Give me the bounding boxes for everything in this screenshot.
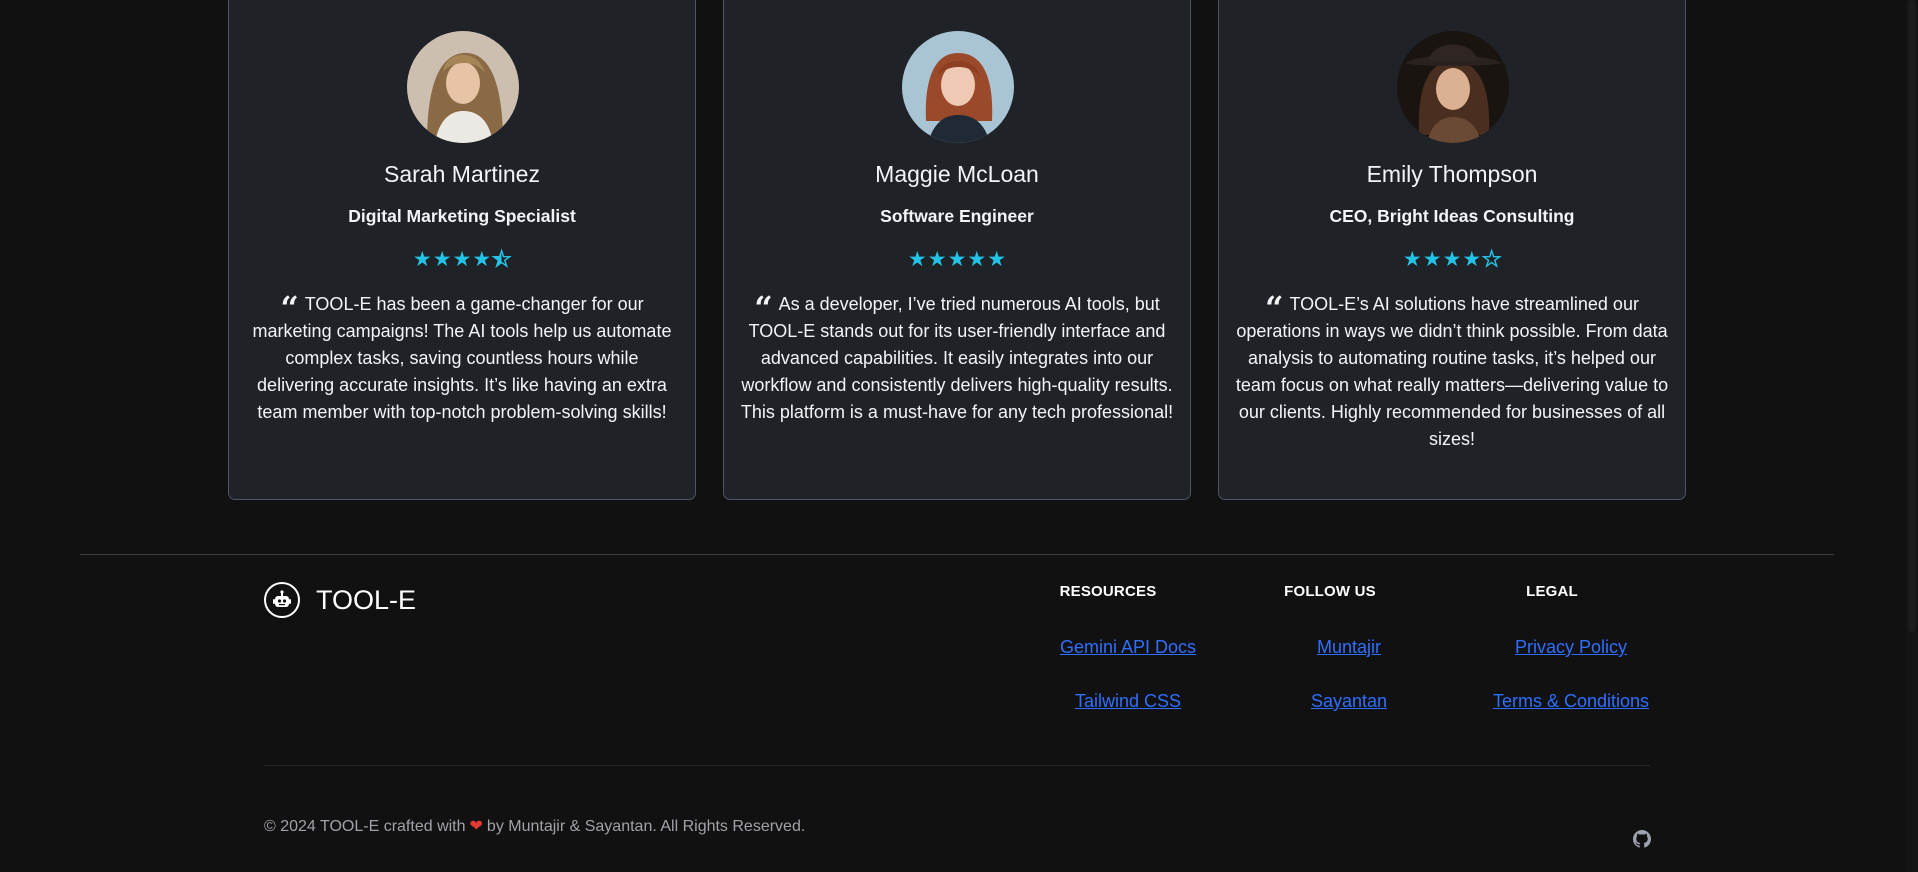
footer-brand[interactable]: TOOL-E	[264, 582, 416, 618]
footer-column-legal: LEGAL Privacy Policy Terms & Conditions	[1452, 583, 1652, 712]
testimonial-quote-text: TOOL-E has been a game-changer for our m…	[252, 294, 672, 422]
testimonial-card: Sarah Martinez Digital Marketing Special…	[228, 0, 696, 500]
scrollbar[interactable]	[1906, 0, 1918, 872]
link-terms-conditions[interactable]: Terms & Conditions	[1452, 690, 1652, 712]
copyright-text-start: © 2024 TOOL-E crafted with	[264, 818, 466, 835]
star-full-icon: ★	[927, 248, 947, 271]
link-sayantan[interactable]: Sayantan	[1230, 690, 1430, 712]
link-gemini-api-docs[interactable]: Gemini API Docs	[1008, 636, 1208, 658]
star-half-icon: ★	[492, 248, 512, 271]
star-full-icon: ★	[987, 248, 1007, 271]
heart-icon: ❤	[469, 818, 483, 835]
star-full-icon: ★	[967, 248, 987, 271]
scrollbar-thumb[interactable]	[1908, 0, 1916, 632]
avatar	[902, 31, 1014, 143]
footer-column-follow-us: FOLLOW US Muntajir Sayantan	[1230, 583, 1430, 712]
star-full-icon: ★	[907, 248, 927, 271]
testimonial-quote: “TOOL-E has been a game-changer for our …	[245, 291, 679, 426]
testimonial-name: Maggie McLoan	[875, 161, 1039, 187]
copyright-text-end: by Muntajir & Sayantan. All Rights Reser…	[486, 818, 806, 835]
footer-column-resources: RESOURCES Gemini API Docs Tailwind CSS	[1008, 583, 1208, 712]
footer-column-heading: RESOURCES	[1059, 583, 1157, 600]
link-muntajir[interactable]: Muntajir	[1230, 636, 1430, 658]
footer-divider	[80, 554, 1834, 555]
star-rating: ★ ★ ★ ★ ★	[724, 249, 1190, 271]
star-full-icon: ★	[432, 248, 452, 271]
quote-icon: “	[1265, 289, 1284, 327]
quote-icon: “	[280, 289, 299, 327]
star-full-icon: ★	[1422, 248, 1442, 271]
robot-icon	[264, 582, 300, 618]
star-full-icon: ★	[1402, 248, 1422, 271]
avatar-image	[902, 31, 1014, 143]
star-full-icon: ★	[472, 248, 492, 271]
testimonial-role: Digital Marketing Specialist	[348, 206, 576, 226]
link-tailwind-css[interactable]: Tailwind CSS	[1008, 690, 1208, 712]
star-empty-icon: ★	[1482, 248, 1502, 271]
testimonial-quote-text: TOOL-E’s AI solutions have streamlined o…	[1235, 294, 1669, 449]
footer-column-heading: FOLLOW US	[1284, 583, 1376, 600]
avatar	[407, 31, 519, 143]
testimonial-card: Emily Thompson CEO, Bright Ideas Consult…	[1218, 0, 1686, 500]
testimonial-name: Sarah Martinez	[384, 161, 540, 187]
star-full-icon: ★	[412, 248, 432, 271]
testimonial-quote: “TOOL-E’s AI solutions have streamlined …	[1235, 291, 1669, 453]
star-rating: ★ ★ ★ ★ ★	[229, 248, 695, 271]
avatar-image	[407, 31, 519, 143]
page: Sarah Martinez Digital Marketing Special…	[0, 0, 1918, 872]
footer-bottom-divider	[264, 765, 1650, 766]
copyright: © 2024 TOOL-E crafted with ❤ by Muntajir &…	[264, 816, 805, 836]
brand-name: TOOL-E	[316, 584, 417, 615]
testimonial-role: Software Engineer	[880, 206, 1034, 226]
testimonial-quote-text: As a developer, I’ve tried numerous AI t…	[740, 294, 1174, 422]
avatar	[1397, 31, 1509, 143]
avatar-image	[1397, 31, 1509, 143]
star-full-icon: ★	[947, 248, 967, 271]
star-full-icon: ★	[1462, 248, 1482, 271]
star-full-icon: ★	[452, 248, 472, 271]
footer-column-heading: LEGAL	[1526, 583, 1578, 600]
github-icon[interactable]	[1633, 830, 1651, 848]
testimonial-card: Maggie McLoan Software Engineer ★ ★ ★ ★ …	[723, 0, 1191, 500]
star-rating: ★ ★ ★ ★ ★	[1219, 248, 1685, 271]
quote-icon: “	[754, 289, 773, 327]
testimonials-section: Sarah Martinez Digital Marketing Special…	[0, 0, 1906, 500]
testimonial-name: Emily Thompson	[1366, 161, 1538, 187]
star-full-icon: ★	[1442, 248, 1462, 271]
link-privacy-policy[interactable]: Privacy Policy	[1452, 636, 1652, 658]
testimonial-role: CEO, Bright Ideas Consulting	[1329, 206, 1575, 226]
testimonial-quote: “As a developer, I’ve tried numerous AI …	[740, 291, 1174, 426]
